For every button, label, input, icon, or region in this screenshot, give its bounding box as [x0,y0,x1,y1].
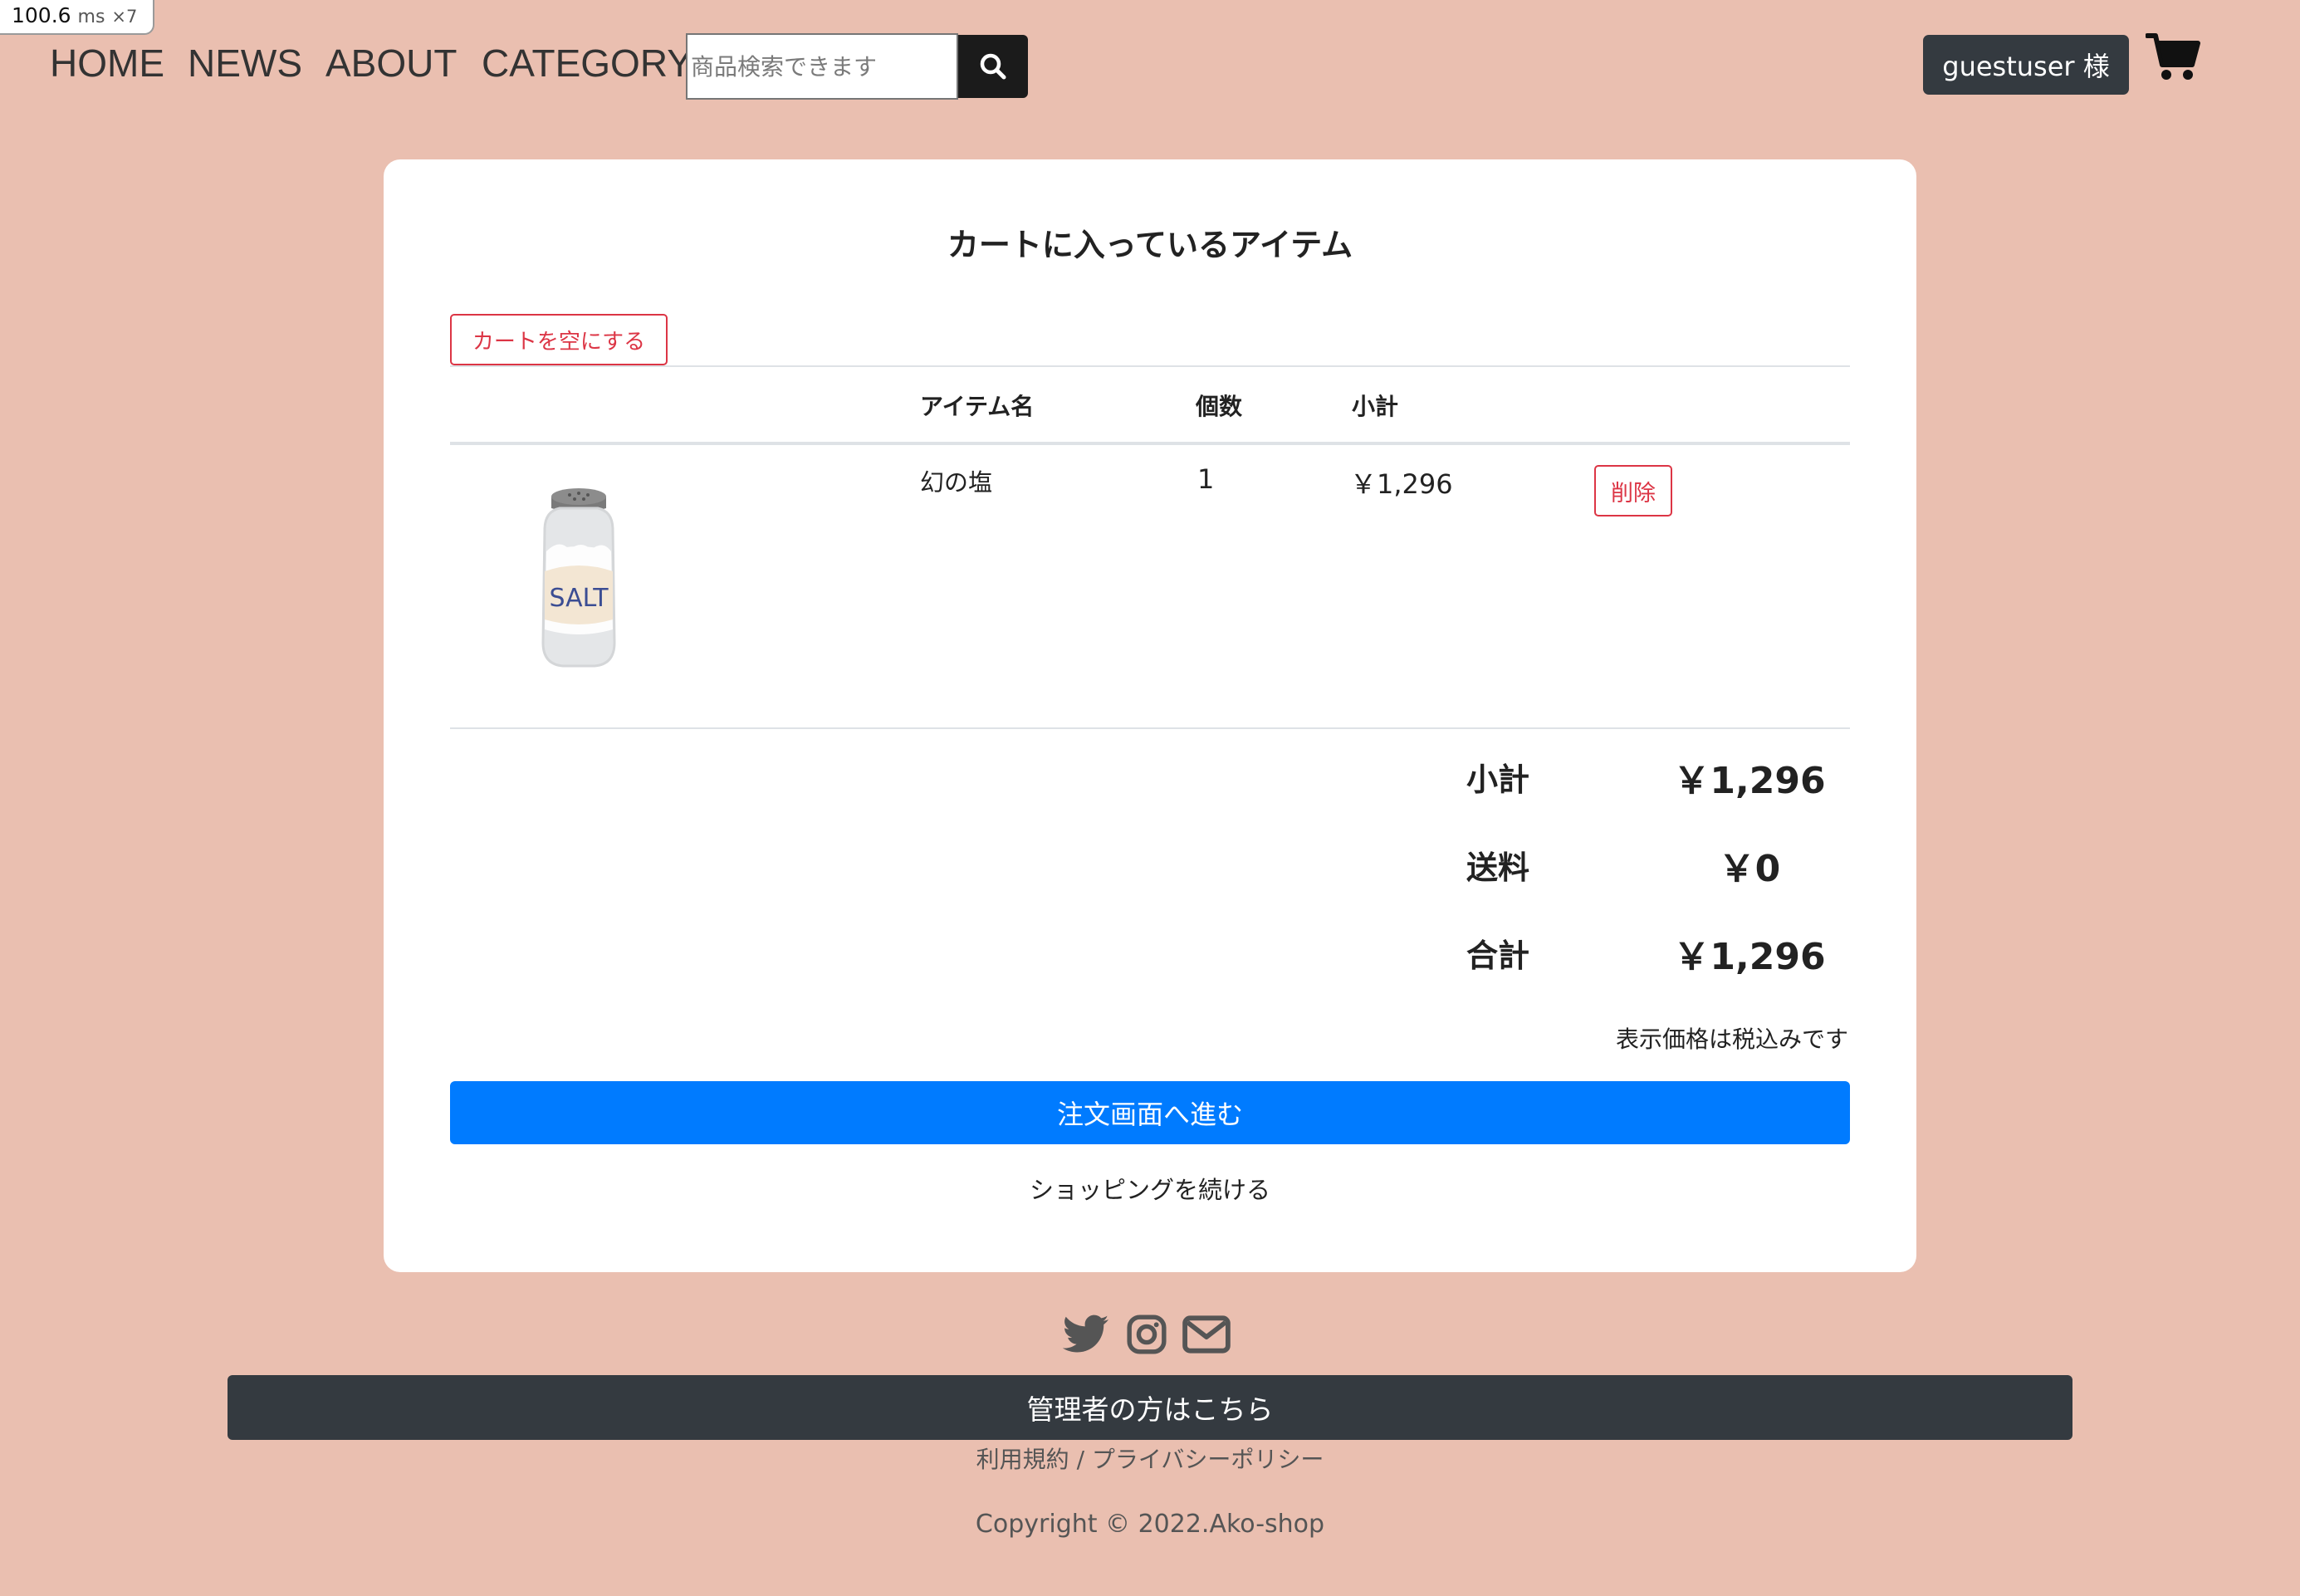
twitter-icon[interactable] [1063,1310,1109,1359]
summary-shipping-label: 送料 [1466,849,1530,886]
instagram-icon[interactable] [1126,1310,1167,1359]
row-divider [450,727,1850,729]
delete-item-button[interactable]: 削除 [1594,465,1672,516]
column-header-subtotal: 小計 [1352,393,1399,420]
table-header-divider [450,442,1850,445]
summary-total-label: 合計 [1466,938,1530,974]
page-title: カートに入っているアイテム [947,227,1353,263]
summary-subtotal-label: 小計 [1466,761,1530,798]
summary-shipping-value: ￥0 [1718,848,1781,890]
perf-multiplier: ×7 [111,7,138,27]
footer-separator: / [1076,1446,1084,1473]
nav-category[interactable]: CATEGORY [482,38,692,88]
item-quantity: 1 [1197,463,1215,495]
admin-login-button[interactable]: 管理者の方はこちら [228,1375,2072,1440]
summary-total-value: ￥1,296 [1673,936,1826,978]
privacy-policy-link[interactable]: プライバシーポリシー [1092,1446,1324,1473]
product-image: SALT [541,488,616,668]
mail-icon[interactable] [1182,1310,1231,1359]
nav-about[interactable]: ABOUT [325,38,457,88]
footer-links: 利用規約 / プライバシーポリシー [0,1442,2300,1475]
proceed-to-order-button[interactable]: 注文画面へ進む [450,1081,1850,1144]
column-header-name: アイテム名 [920,393,1035,420]
table-top-divider [450,365,1850,367]
copyright: Copyright © 2022.Ako-shop [975,1510,1325,1539]
user-menu-button[interactable]: guestuser 様 [1923,35,2129,95]
perf-value: 100.6 [12,3,71,27]
column-header-qty: 個数 [1196,393,1243,420]
nav-news[interactable]: NEWS [188,38,302,88]
item-name: 幻の塩 [920,468,993,497]
shopping-cart-icon[interactable] [2146,32,2202,83]
summary-subtotal-value: ￥1,296 [1673,760,1826,802]
search-icon [980,53,1006,80]
perf-unit: ms [77,7,105,27]
search-input[interactable] [686,33,958,100]
terms-link[interactable]: 利用規約 [976,1446,1069,1473]
item-subtotal: ￥1,296 [1350,468,1453,500]
product-image-label: SALT [549,584,609,613]
nav-home[interactable]: HOME [50,38,164,88]
performance-badge: 100.6 ms ×7 [0,0,154,35]
continue-shopping-link[interactable]: ショッピングを続ける [384,1171,1916,1206]
cart-card: カートに入っているアイテム カートを空にする アイテム名 個数 小計 SALT … [384,159,1916,1272]
empty-cart-button[interactable]: カートを空にする [450,314,668,365]
tax-note: 表示価格は税込みです [1615,1026,1848,1053]
search-button[interactable] [958,35,1028,98]
